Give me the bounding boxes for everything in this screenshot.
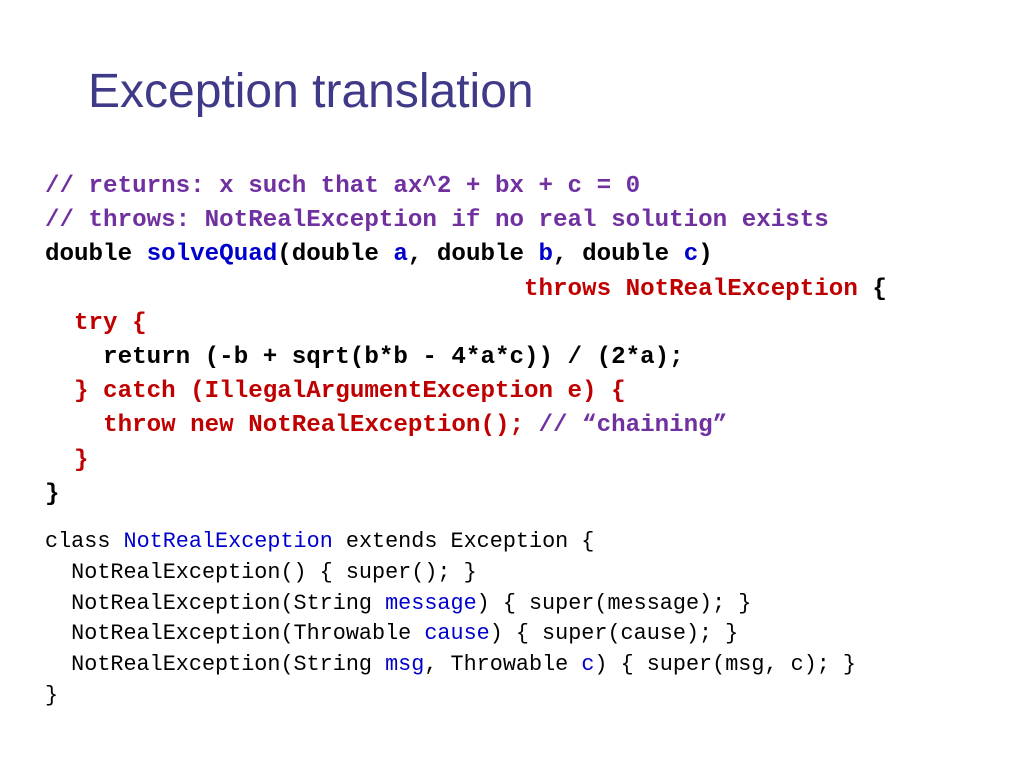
code-line: return (-b + sqrt(b*b - 4*a*c)) / (2*a); xyxy=(45,341,887,375)
code-line: throws NotRealException { xyxy=(45,273,887,307)
code-text: (double xyxy=(277,241,394,269)
code-text: ) { super(msg, c); } xyxy=(594,652,857,678)
code-text: class xyxy=(45,529,124,554)
code-text: ) { super(message); } xyxy=(476,590,752,616)
code-line: NotRealException() { super(); } xyxy=(45,558,856,589)
code-identifier: b xyxy=(538,241,554,269)
not-real-exception-class-code-block: class NotRealException extends Exception… xyxy=(45,527,856,712)
code-identifier: solveQuad xyxy=(146,241,278,269)
code-text: ) xyxy=(698,241,713,269)
code-line: NotRealException(String msg, Throwable c… xyxy=(45,650,856,681)
code-line: NotRealException(String message) { super… xyxy=(45,589,856,620)
code-identifier: message xyxy=(385,590,477,616)
code-text: NotRealException(String xyxy=(45,590,386,616)
slide-title: Exception translation xyxy=(88,65,534,118)
code-line: } xyxy=(45,681,856,712)
code-text: NotRealException(Throwable xyxy=(45,621,425,647)
code-line: try { xyxy=(45,307,887,341)
solve-quad-code-block: // returns: x such that ax^2 + bx + c = … xyxy=(45,170,887,512)
code-identifier: cause xyxy=(424,621,490,647)
code-comment: // returns: x such that ax^2 + bx + c = … xyxy=(45,173,641,200)
code-text: , Throwable xyxy=(424,652,582,678)
code-line: NotRealException(Throwable cause) { supe… xyxy=(45,619,856,650)
code-identifier: c xyxy=(683,241,699,269)
code-line: // returns: x such that ax^2 + bx + c = … xyxy=(45,170,887,204)
code-comment: // “chaining” xyxy=(524,412,728,440)
code-text: ) { super(cause); } xyxy=(489,621,739,647)
code-line: double solveQuad(double a, double b, dou… xyxy=(45,238,887,272)
code-text: NotRealException(String xyxy=(45,652,386,678)
code-keyword: } catch (IllegalArgumentException e) { xyxy=(74,378,626,406)
code-identifier: c xyxy=(581,652,595,678)
code-text: , double xyxy=(407,241,539,269)
code-line: } catch (IllegalArgumentException e) { xyxy=(45,375,887,409)
code-comment: // throws: NotRealException if no real s… xyxy=(45,207,829,235)
code-text: return (-b + sqrt(b*b - 4*a*c)) / (2*a); xyxy=(45,344,684,372)
code-keyword: throw new NotRealException(); xyxy=(103,412,524,440)
code-identifier: a xyxy=(393,241,408,269)
code-line: } xyxy=(45,478,887,512)
code-line: class NotRealException extends Exception… xyxy=(45,527,856,558)
code-text: , double xyxy=(553,241,684,269)
code-line: } xyxy=(45,444,887,478)
code-keyword: } xyxy=(74,446,89,474)
code-text: { xyxy=(857,275,887,303)
code-text: } xyxy=(45,480,60,508)
code-keyword: try { xyxy=(74,309,147,337)
code-identifier: msg xyxy=(385,652,425,678)
code-text: } xyxy=(45,682,59,708)
code-text: NotRealException() { super(); } xyxy=(45,559,477,585)
code-keyword: throws NotRealException xyxy=(524,275,858,303)
code-line: // throws: NotRealException if no real s… xyxy=(45,204,887,238)
code-text: extends Exception { xyxy=(332,529,595,554)
code-identifier: NotRealException xyxy=(123,529,333,554)
code-text: double xyxy=(45,241,147,269)
code-line: throw new NotRealException(); // “chaini… xyxy=(45,409,887,443)
